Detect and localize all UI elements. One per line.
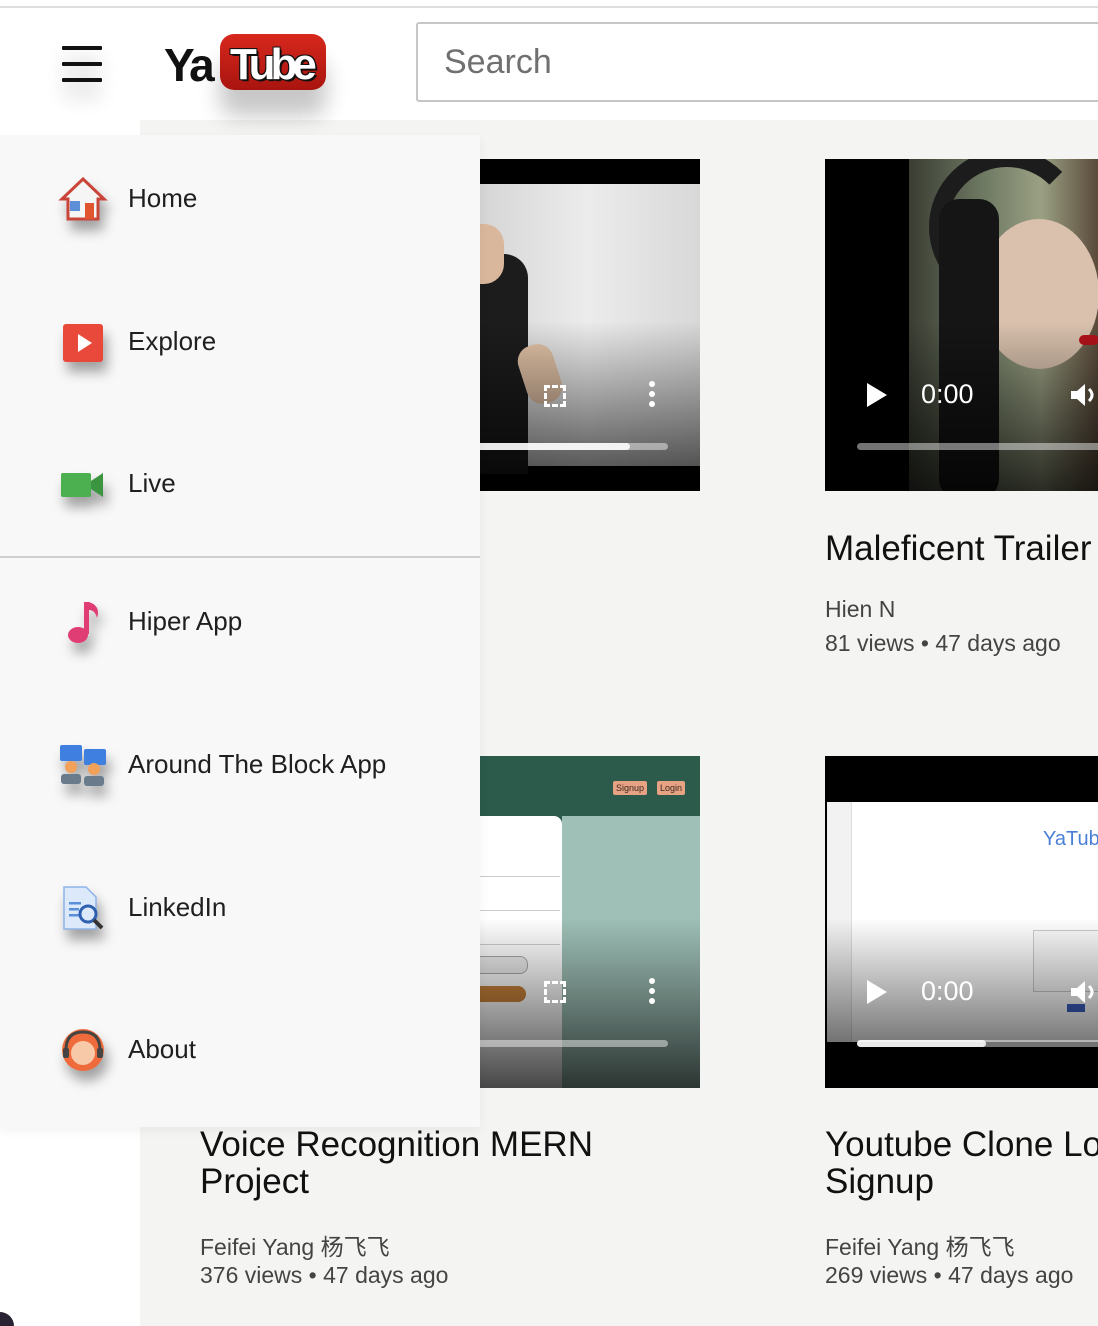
video-meta: 81 views • 47 days ago: [825, 630, 1061, 656]
sidebar-item-hiper-app[interactable]: Hiper App: [0, 584, 480, 664]
drawer-divider: [0, 556, 480, 558]
video-player[interactable]: YaTube 0:00: [825, 756, 1098, 1088]
side-drawer: Home Explore Live Hiper App Around The B…: [0, 135, 480, 1127]
video-meta: 376 views • 47 days ago: [200, 1262, 449, 1288]
search-input[interactable]: [416, 22, 1098, 102]
seek-bar[interactable]: [458, 443, 668, 450]
seek-bar[interactable]: [857, 443, 1098, 450]
sidebar-item-label: LinkedIn: [128, 892, 227, 922]
house-icon: [58, 176, 108, 221]
people-chat-icon: [60, 745, 106, 786]
video-title[interactable]: Maleficent Trailer: [825, 530, 1091, 567]
channel-name[interactable]: Feifei Yang 杨飞飞: [200, 1228, 390, 1262]
more-options-icon[interactable]: [649, 978, 655, 1008]
volume-icon[interactable]: [1069, 978, 1097, 1006]
sidebar-item-label: About: [128, 1034, 196, 1064]
play-icon: [63, 324, 103, 362]
app-logo[interactable]: Ya Tube: [164, 34, 328, 92]
channel-name[interactable]: Feifei Yang 杨飞飞: [825, 1228, 1015, 1262]
video-title-line2: Signup: [825, 1162, 934, 1201]
fullscreen-icon[interactable]: [544, 385, 566, 407]
video-player[interactable]: [450, 159, 700, 491]
sidebar-item-linkedin[interactable]: LinkedIn: [0, 870, 480, 950]
seek-bar[interactable]: [458, 1040, 668, 1047]
video-title-line1: Voice Recognition MERN: [200, 1125, 593, 1164]
video-player[interactable]: 0:00: [825, 159, 1098, 491]
video-title-line1: Youtube Clone Lo: [825, 1125, 1098, 1164]
support-agent-icon: [62, 1029, 104, 1071]
video-time: 0:00: [921, 976, 974, 1006]
fullscreen-icon[interactable]: [544, 981, 566, 1003]
channel-name[interactable]: Hien N: [825, 596, 895, 623]
video-time: 0:00: [921, 379, 974, 409]
logo-text-right: Tube: [230, 40, 317, 89]
video-title[interactable]: Voice Recognition MERN Project: [200, 1126, 593, 1200]
thumb-logo-text: YaTube: [1043, 828, 1098, 850]
sidebar-item-live[interactable]: Live: [0, 446, 480, 526]
seek-bar[interactable]: [857, 1040, 1098, 1047]
sidebar-item-label: Home: [128, 183, 198, 213]
hamburger-menu-icon[interactable]: [62, 46, 102, 82]
sidebar-item-about[interactable]: About: [0, 1012, 480, 1092]
sidebar-item-around-the-block-app[interactable]: Around The Block App: [0, 727, 480, 807]
sidebar-item-home[interactable]: Home: [0, 161, 480, 241]
thumb-signup-label: Signup: [613, 781, 648, 795]
sidebar-item-explore[interactable]: Explore: [0, 304, 480, 384]
play-icon[interactable]: [867, 980, 887, 1004]
sidebar-item-label: Live: [128, 468, 176, 498]
video-camera-icon: [61, 473, 103, 497]
thumb-login-label: Login: [657, 781, 686, 795]
more-options-icon[interactable]: [649, 381, 655, 411]
sidebar-item-label: Explore: [128, 326, 217, 356]
music-note-icon: [68, 602, 98, 643]
play-icon[interactable]: [867, 383, 887, 407]
top-divider: [0, 6, 1098, 8]
volume-icon[interactable]: [1069, 381, 1097, 409]
sidebar-item-label: Around The Block App: [128, 749, 387, 779]
video-title[interactable]: Youtube Clone Lo Signup: [825, 1126, 1098, 1200]
video-meta: 269 views • 47 days ago: [825, 1262, 1074, 1288]
sidebar-item-label: Hiper App: [128, 606, 243, 636]
logo-text-left: Ya: [164, 39, 215, 91]
video-player[interactable]: Signup Login: [450, 756, 700, 1088]
document-search-icon: [63, 886, 104, 930]
video-title-line2: Project: [200, 1162, 309, 1201]
